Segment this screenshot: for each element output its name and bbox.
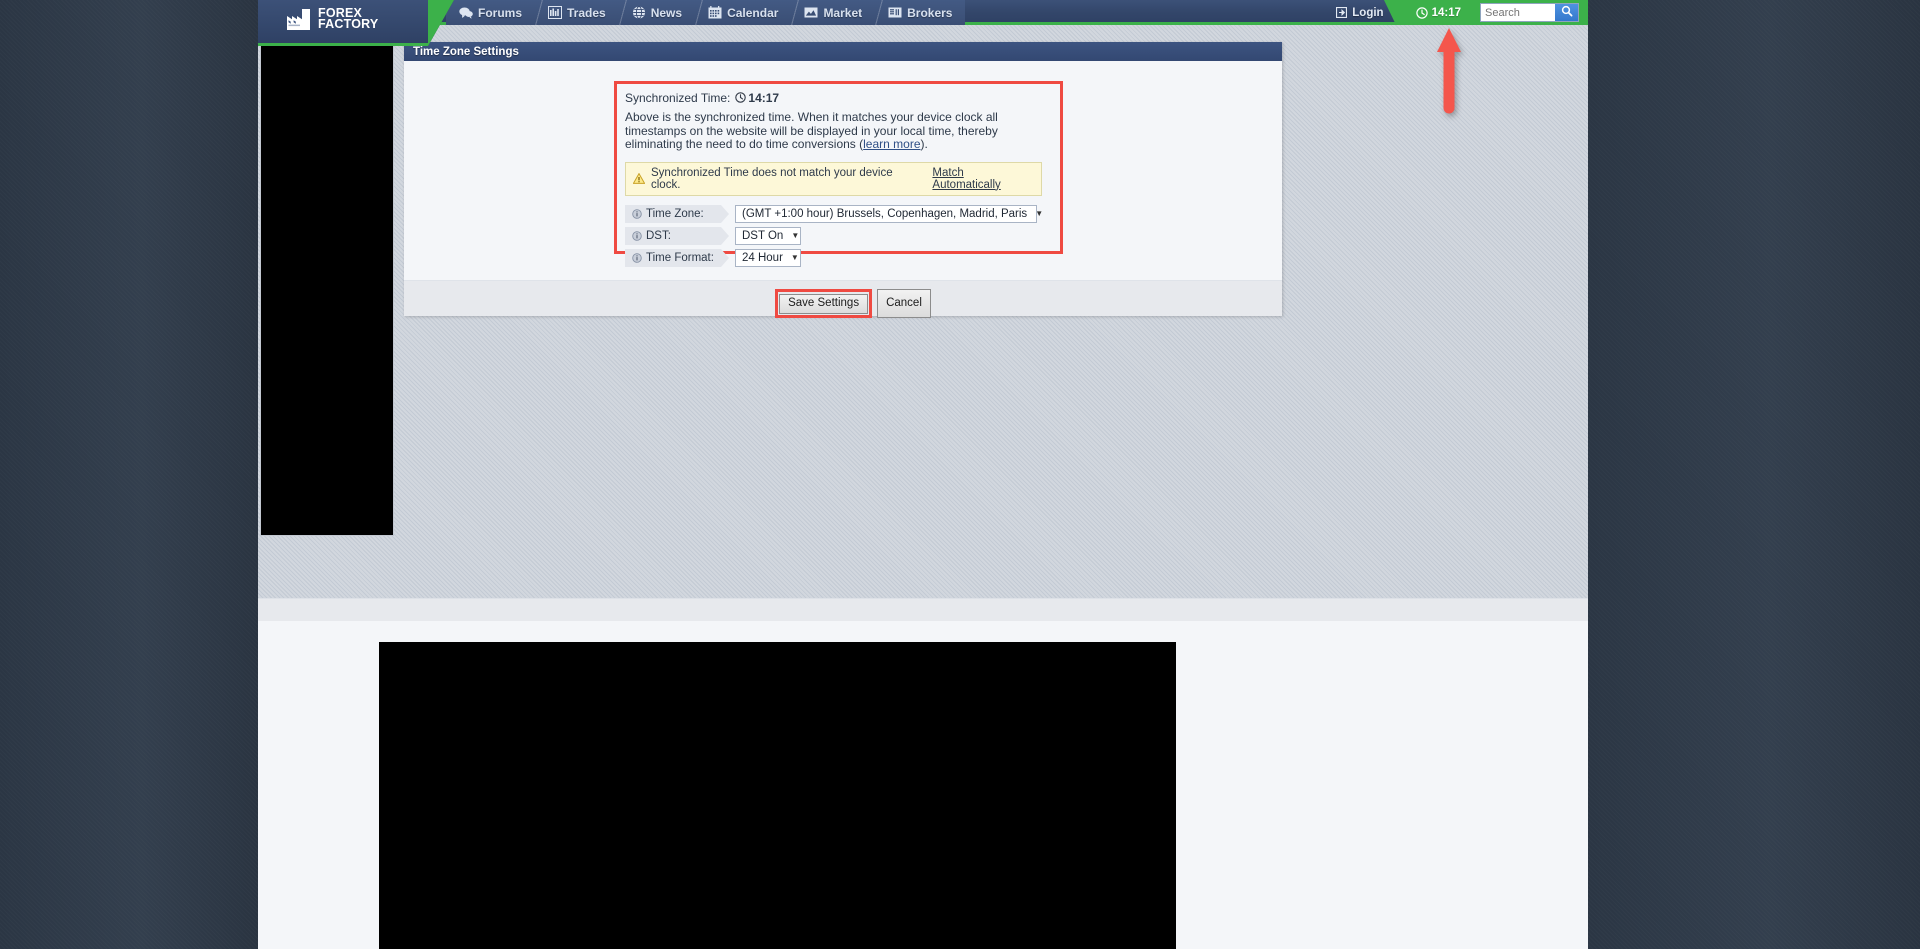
match-automatically-link[interactable]: Match Automatically	[932, 167, 1034, 191]
calendar-icon	[708, 6, 722, 19]
search-box	[1480, 3, 1579, 22]
panel-action-buttons: Save Settings Cancel	[404, 289, 1282, 318]
login-label: Login	[1352, 6, 1384, 19]
main-body-area: Time Zone Settings Synchronized Time: 14…	[258, 25, 1588, 598]
dst-select[interactable]: DST On ▼	[735, 226, 801, 245]
nav-items: Forums Trades News Calendar Market Broke…	[446, 0, 966, 25]
mountain-chart-icon	[804, 6, 818, 19]
nav-item-forums[interactable]: Forums	[446, 0, 536, 25]
nav-item-market[interactable]: Market	[790, 0, 876, 25]
logo-panel[interactable]: FOREX FACTORY	[258, 0, 454, 46]
time-zone-description: Above is the synchronized time. When it …	[625, 110, 1054, 152]
logo-text: FOREX FACTORY	[318, 7, 379, 31]
chevron-down-icon: ▼	[791, 231, 800, 241]
time-zone-selected-value: (GMT +1:00 hour) Brussels, Copenhagen, M…	[742, 207, 1028, 220]
bottom-advertisement-placeholder	[379, 642, 1176, 949]
clock-button[interactable]: 14:17	[1383, 0, 1474, 25]
synchronized-time-label: Synchronized Time:	[625, 91, 731, 105]
synchronized-time-value: 14:17	[735, 91, 779, 105]
nav-item-market-label: Market	[823, 5, 863, 20]
dst-selected-value: DST On	[742, 229, 784, 242]
top-navigation-bar: FOREX FACTORY Forums Trades News Calenda…	[258, 0, 1588, 46]
panel-title: Time Zone Settings	[404, 42, 1282, 61]
time-zone-settings-panel: Time Zone Settings Synchronized Time: 14…	[404, 42, 1282, 318]
bar-chart-icon	[548, 6, 563, 19]
panel-body: Synchronized Time: 14:17 Above is the sy…	[404, 61, 1282, 280]
info-icon[interactable]	[632, 231, 642, 241]
bottom-section	[258, 621, 1588, 949]
up-arrow-annotation	[1436, 26, 1462, 121]
clock-time: 14:17	[1431, 6, 1461, 19]
page-background-right-gutter	[1588, 0, 1920, 949]
nav-item-calendar-label: Calendar	[727, 5, 779, 20]
nav-item-brokers[interactable]: Brokers	[874, 0, 966, 25]
save-button-highlight-box: Save Settings	[775, 289, 873, 318]
nav-item-news[interactable]: News	[617, 0, 696, 25]
panel-footer: Save Settings Cancel	[404, 280, 1282, 318]
search-area	[1474, 0, 1588, 25]
dst-label-tab: DST:	[625, 226, 729, 245]
warning-triangle-icon	[633, 173, 645, 185]
nav-item-brokers-label: Brokers	[907, 5, 953, 20]
nav-item-forums-label: Forums	[478, 5, 523, 20]
factory-icon	[286, 7, 312, 31]
chevron-down-icon: ▼	[1035, 209, 1044, 219]
description-text-part-2: ).	[920, 137, 928, 152]
nav-item-trades-label: Trades	[567, 5, 606, 20]
speech-bubbles-icon	[459, 6, 473, 19]
info-icon[interactable]	[632, 253, 642, 263]
learn-more-link[interactable]: learn more	[863, 137, 920, 151]
globe-icon	[632, 6, 646, 19]
page-background-left-gutter	[0, 0, 258, 949]
synchronized-time-text: 14:17	[748, 91, 780, 105]
save-settings-button[interactable]: Save Settings	[779, 294, 869, 314]
login-arrow-icon	[1336, 7, 1348, 18]
logo-green-accent	[258, 0, 454, 46]
time-zone-label-tab: Time Zone:	[625, 204, 729, 223]
time-zone-label: Time Zone:	[646, 207, 704, 220]
cancel-button[interactable]: Cancel	[877, 289, 931, 318]
field-row-time-zone: Time Zone: (GMT +1:00 hour) Brussels, Co…	[625, 204, 1055, 223]
building-icon	[888, 6, 902, 19]
nav-item-news-label: News	[650, 5, 683, 20]
warning-text: Synchronized Time does not match your de…	[651, 166, 893, 191]
nav-item-trades[interactable]: Trades	[534, 0, 619, 25]
clock-icon	[1415, 6, 1428, 19]
site-logo[interactable]: FOREX FACTORY	[286, 7, 378, 31]
nav-item-calendar[interactable]: Calendar	[694, 0, 792, 25]
time-format-label: Time Format:	[646, 251, 714, 264]
chevron-down-icon: ▼	[790, 253, 799, 263]
description-text-part-1: Above is the synchronized time. When it …	[625, 110, 998, 152]
search-input[interactable]	[1481, 4, 1555, 21]
field-row-dst: DST: DST On ▼	[625, 226, 1055, 245]
logo-line-2: FACTORY	[318, 17, 379, 31]
nav-right-group: Login 14:17	[1324, 0, 1588, 25]
time-format-selected-value: 24 Hour	[742, 251, 783, 264]
time-zone-select[interactable]: (GMT +1:00 hour) Brussels, Copenhagen, M…	[735, 204, 1043, 223]
site-container: FOREX FACTORY Forums Trades News Calenda…	[258, 0, 1588, 949]
info-icon[interactable]	[632, 209, 642, 219]
clock-icon	[735, 91, 747, 105]
time-format-label-tab: Time Format:	[625, 248, 729, 267]
section-divider-strip	[258, 598, 1588, 621]
time-zone-form: Synchronized Time: 14:17 Above is the sy…	[625, 91, 1055, 271]
search-button[interactable]	[1555, 4, 1578, 21]
left-advertisement-placeholder	[260, 42, 394, 536]
time-format-select[interactable]: 24 Hour ▼	[735, 248, 801, 267]
search-icon	[1561, 4, 1573, 22]
field-row-time-format: Time Format: 24 Hour ▼	[625, 248, 1055, 267]
sync-mismatch-warning: Synchronized Time does not match your de…	[625, 161, 1042, 196]
synchronized-time-row: Synchronized Time: 14:17	[625, 91, 1055, 105]
dst-label: DST:	[646, 229, 671, 242]
